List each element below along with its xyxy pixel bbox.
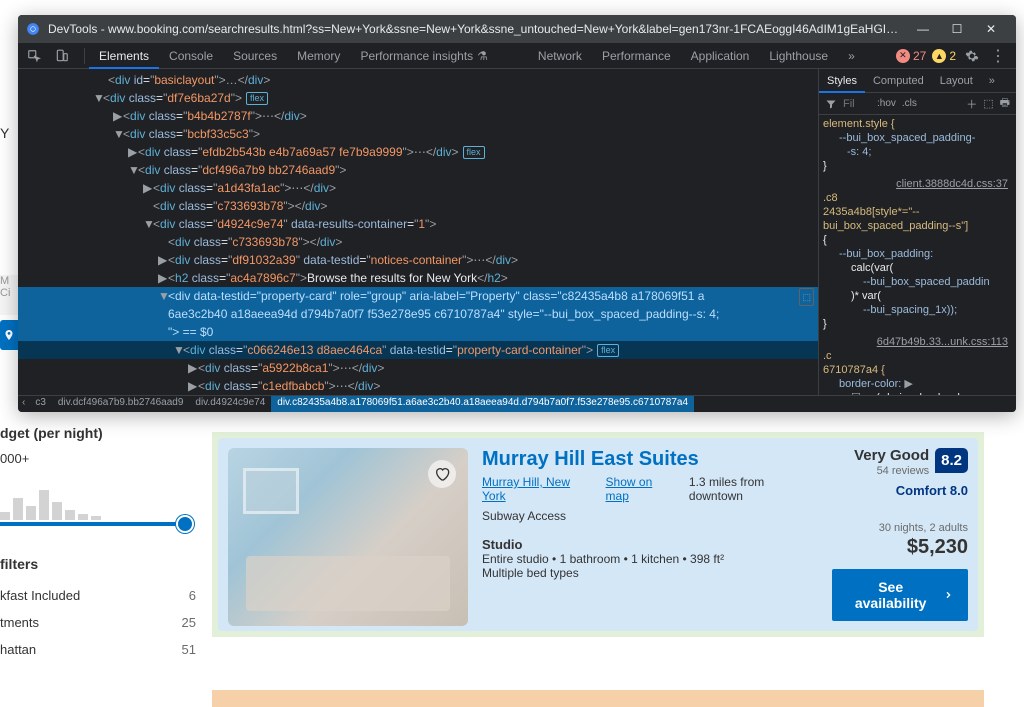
styles-rules[interactable]: element.style { --bui_box_spaced_padding… — [819, 115, 1016, 395]
room-block: Studio Entire studio • 1 bathroom • 1 ki… — [482, 537, 818, 580]
crumb[interactable]: div.d4924c9e74 — [189, 396, 271, 412]
chrome-icon — [26, 21, 42, 37]
comfort-score: Comfort 8.0 — [832, 483, 968, 498]
devtools-toolbar: Elements Console Sources Memory Performa… — [18, 43, 1016, 69]
devtools-window: DevTools - www.booking.com/searchresults… — [18, 15, 1016, 412]
tab-lighthouse[interactable]: Lighthouse — [759, 43, 838, 69]
breadcrumb-bar[interactable]: ‹ c3 div.dcf496a7b9.bb2746aad9 div.d4924… — [18, 395, 1016, 412]
crumb-active[interactable]: div.c82435a4b8.a178069f51.a6ae3c2b40.a18… — [271, 396, 694, 412]
device-toolbar-icon[interactable] — [52, 46, 72, 66]
devtools-title: DevTools - www.booking.com/searchresults… — [48, 22, 906, 36]
slider-thumb[interactable] — [176, 515, 194, 533]
property-card-highlight: Murray Hill East Suites Murray Hill, New… — [212, 432, 984, 637]
tab-sources[interactable]: Sources — [223, 43, 287, 69]
property-image[interactable] — [228, 448, 468, 626]
tab-application[interactable]: Application — [681, 43, 760, 69]
filter-row-manhattan[interactable]: hattan51 — [0, 636, 196, 663]
settings-icon[interactable] — [962, 46, 982, 66]
styles-tab-computed[interactable]: Computed — [865, 69, 932, 92]
styles-tab-styles[interactable]: Styles — [819, 69, 865, 92]
page-fragment-left: Y — [0, 125, 12, 165]
crumb[interactable]: div.dcf496a7b9.bb2746aad9 — [52, 396, 189, 412]
tab-more[interactable]: » — [838, 43, 865, 69]
filters-sidebar: dget (per night) 000+ filters kfast Incl… — [0, 425, 210, 663]
css-file-link[interactable]: client.3888dc4d.css:37 — [823, 173, 1012, 191]
tab-memory[interactable]: Memory — [287, 43, 350, 69]
minimize-button[interactable]: — — [906, 15, 940, 43]
tab-performance[interactable]: Performance — [592, 43, 681, 69]
scroll-into-view-icon[interactable]: ⬚ — [799, 288, 814, 306]
filter-row-breakfast[interactable]: kfast Included6 — [0, 582, 196, 609]
maximize-button[interactable]: ☐ — [940, 15, 974, 43]
devtools-titlebar[interactable]: DevTools - www.booking.com/searchresults… — [18, 15, 1016, 43]
budget-max-label: 000+ — [0, 451, 196, 466]
styles-tab-layout[interactable]: Layout — [932, 69, 981, 92]
location-pin-icon[interactable] — [0, 320, 18, 350]
price-text: $5,230 — [832, 536, 968, 559]
property-title[interactable]: Murray Hill East Suites — [482, 448, 818, 471]
tab-elements[interactable]: Elements — [89, 43, 159, 69]
margin-overlay — [212, 690, 984, 707]
wishlist-heart-icon[interactable] — [428, 460, 456, 488]
distance-text: 1.3 miles from downtown — [689, 475, 818, 503]
filters-heading: filters — [0, 556, 196, 572]
show-on-map-link[interactable]: Show on map — [606, 475, 677, 503]
error-count[interactable]: ✕27 — [896, 49, 926, 63]
tab-perf-insights[interactable]: Performance insights ⚗ — [350, 43, 497, 69]
rating-text: Very Good — [854, 448, 929, 465]
tab-console[interactable]: Console — [159, 43, 223, 69]
property-card[interactable]: Murray Hill East Suites Murray Hill, New… — [218, 438, 978, 631]
map-hint-fragment: MCi — [0, 275, 18, 315]
crumb[interactable]: c3 — [29, 396, 52, 412]
filter-row-apartments[interactable]: tments25 — [0, 609, 196, 636]
budget-heading: dget (per night) — [0, 425, 196, 441]
more-menu-icon[interactable]: ⋮ — [988, 46, 1008, 66]
budget-slider[interactable] — [0, 522, 190, 526]
tab-network[interactable]: Network — [528, 43, 592, 69]
nights-text: 30 nights, 2 adults — [832, 522, 968, 534]
reviews-count: 54 reviews — [854, 465, 929, 477]
styles-panel[interactable]: Styles Computed Layout » :hov .cls ＋ ⬚ 🖶… — [818, 69, 1016, 395]
css-file-link-2[interactable]: 6d47b49b.33...unk.css:113 — [823, 331, 1012, 349]
close-button[interactable]: ✕ — [974, 15, 1008, 43]
styles-tab-more[interactable]: » — [981, 69, 1003, 92]
styles-filter-input[interactable] — [843, 98, 871, 110]
see-availability-button[interactable]: See availability — [832, 569, 968, 621]
warning-count[interactable]: ▲2 — [932, 49, 956, 63]
location-link[interactable]: Murray Hill, New York — [482, 475, 594, 503]
elements-tree[interactable]: <div id="basiclayout">…</div> ▼<div clas… — [18, 69, 818, 395]
filter-icon[interactable] — [825, 98, 837, 110]
property-info: Murray Hill East Suites Murray Hill, New… — [482, 448, 818, 621]
inspect-element-icon[interactable] — [24, 46, 44, 66]
rating-score: 8.2 — [935, 448, 968, 473]
subway-text: Subway Access — [482, 509, 818, 523]
property-pricing: Very Good 54 reviews 8.2 Comfort 8.0 30 … — [832, 448, 968, 621]
